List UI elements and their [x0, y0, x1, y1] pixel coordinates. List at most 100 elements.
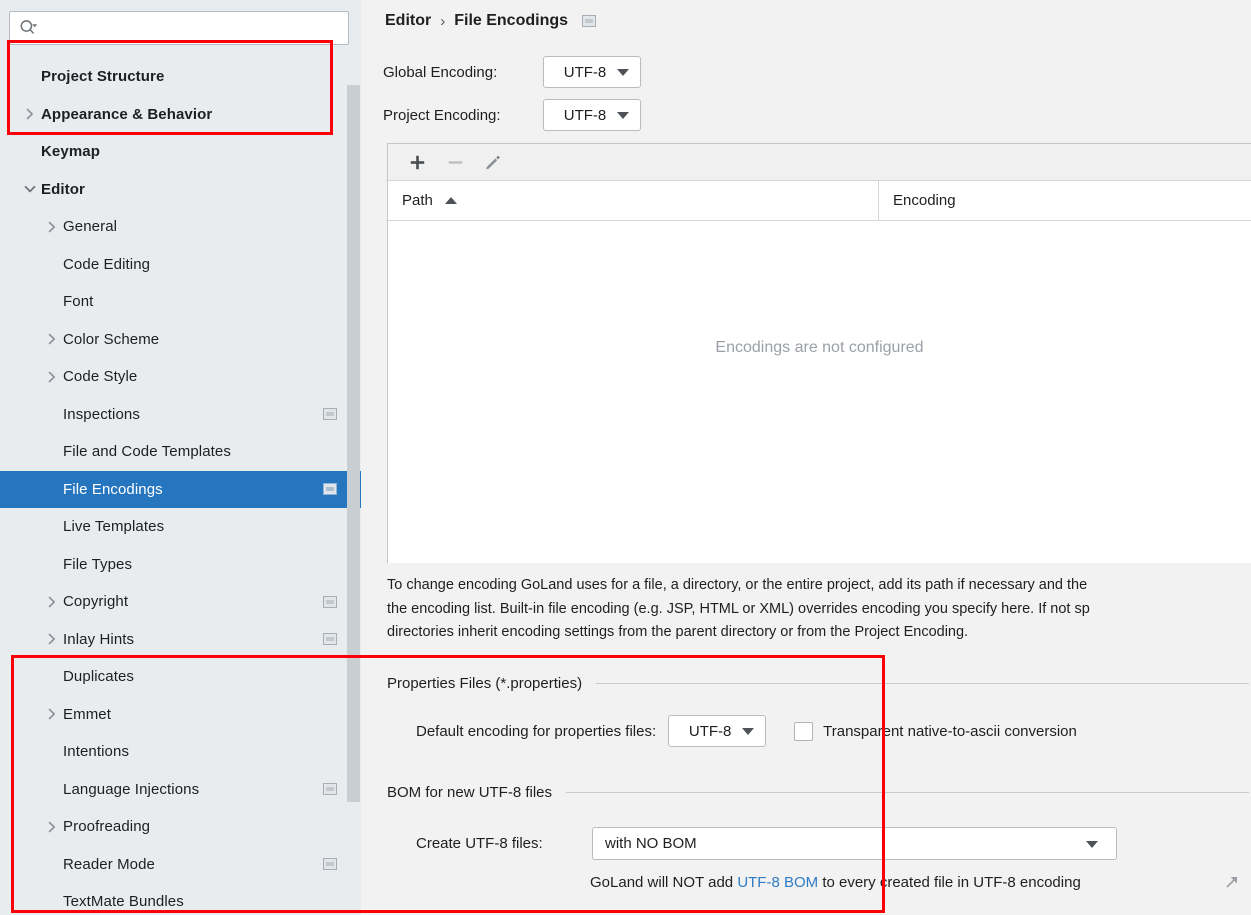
search-input[interactable]: [38, 12, 348, 44]
chevron-right-icon[interactable]: [44, 369, 60, 385]
project-encoding-value: UTF-8: [563, 106, 607, 124]
transparent-conversion-checkbox-wrap[interactable]: Transparent native-to-ascii conversion: [794, 721, 1077, 741]
sidebar-item-label: Code Editing: [63, 255, 151, 273]
create-utf8-files-label: Create UTF-8 files:: [416, 835, 543, 852]
sidebar-item-textmate-bundles[interactable]: TextMate Bundles: [0, 883, 361, 915]
sidebar-item-label: Reader Mode: [63, 855, 155, 873]
chevron-right-icon[interactable]: [22, 106, 38, 122]
sidebar-item-general[interactable]: General: [0, 208, 361, 246]
bom-group-header: BOM for new UTF-8 files: [387, 784, 1249, 801]
sidebar-item-live-templates[interactable]: Live Templates: [0, 508, 361, 546]
sidebar-item-code-editing[interactable]: Code Editing: [0, 246, 361, 284]
project-scope-icon[interactable]: [323, 858, 337, 871]
encodings-description: To change encoding GoLand uses for a fil…: [387, 574, 1251, 645]
chevron-right-icon[interactable]: [44, 819, 60, 835]
sidebar-item-keymap[interactable]: Keymap: [0, 133, 361, 171]
encodings-table-panel: Path Encoding Encodings are not configur…: [387, 143, 1251, 563]
breadcrumb: Editor › File Encodings: [385, 8, 597, 34]
project-encoding-combobox[interactable]: UTF-8: [543, 99, 641, 131]
column-header-encoding-label: Encoding: [893, 192, 956, 209]
bom-note-link[interactable]: UTF-8 BOM: [737, 874, 818, 891]
chevron-down-icon: [1086, 840, 1098, 848]
group-divider: [596, 683, 1249, 684]
sidebar-item-label: File Types: [63, 555, 133, 573]
table-body[interactable]: Encodings are not configured: [388, 221, 1251, 563]
breadcrumb-current: File Encodings: [454, 12, 569, 29]
sidebar-item-label: Keymap: [41, 143, 100, 161]
create-utf8-files-value: with NO BOM: [605, 835, 697, 852]
settings-dialog: Project Structure Appearance & Behavior Ke…: [0, 0, 1251, 915]
chevron-down-icon[interactable]: [22, 181, 38, 197]
sidebar-item-label: Language Injections: [63, 780, 200, 798]
project-scope-icon[interactable]: [323, 483, 337, 496]
global-encoding-label: Global Encoding:: [383, 63, 498, 81]
sidebar-item-label: Font: [63, 293, 94, 311]
sidebar-item-code-style[interactable]: Code Style: [0, 358, 361, 396]
sidebar-item-label: Copyright: [63, 593, 129, 611]
sidebar-item-label: General: [63, 218, 118, 236]
chevron-right-icon[interactable]: [44, 594, 60, 610]
project-scope-icon[interactable]: [323, 595, 337, 608]
sidebar-item-file-types[interactable]: File Types: [0, 546, 361, 584]
project-scope-icon[interactable]: [323, 408, 337, 421]
properties-files-group-header: Properties Files (*.properties): [387, 675, 1249, 692]
chevron-right-icon[interactable]: [44, 219, 60, 235]
breadcrumb-separator: ›: [440, 12, 446, 30]
sidebar-item-file-encodings[interactable]: File Encodings: [0, 470, 361, 508]
column-header-encoding[interactable]: Encoding: [879, 181, 1251, 220]
properties-files-group-title: Properties Files (*.properties): [387, 675, 583, 692]
default-properties-encoding-row: Default encoding for properties files: U…: [416, 715, 1077, 747]
settings-sidebar: Project Structure Appearance & Behavior Ke…: [0, 0, 361, 915]
external-link-arrow-icon[interactable]: [1224, 874, 1240, 890]
sidebar-item-duplicates[interactable]: Duplicates: [0, 658, 361, 696]
edit-pencil-icon[interactable]: [476, 147, 510, 177]
sidebar-item-editor[interactable]: Editor: [0, 171, 361, 209]
description-line-2: the encoding list. Built-in file encodin…: [387, 600, 1090, 617]
bom-note-prefix: GoLand will NOT add: [590, 874, 738, 891]
sidebar-item-intentions[interactable]: Intentions: [0, 733, 361, 771]
bom-note: GoLand will NOT add UTF-8 BOM to every c…: [590, 874, 1081, 891]
empty-state-text: Encodings are not configured: [715, 339, 924, 356]
create-utf8-files-combobox[interactable]: with NO BOM: [592, 827, 1117, 860]
group-divider: [566, 792, 1249, 793]
column-header-path[interactable]: Path: [388, 181, 879, 220]
global-encoding-combobox[interactable]: UTF-8: [543, 56, 641, 88]
sidebar-item-font[interactable]: Font: [0, 283, 361, 321]
chevron-right-icon[interactable]: [44, 706, 60, 722]
sort-ascending-icon: [444, 197, 457, 204]
chevron-right-icon[interactable]: [44, 331, 60, 347]
sidebar-item-file-and-code-templates[interactable]: File and Code Templates: [0, 433, 361, 471]
transparent-conversion-checkbox[interactable]: [794, 721, 814, 741]
sidebar-item-label: File Encodings: [63, 480, 163, 498]
sidebar-item-label: Editor: [41, 180, 85, 198]
description-line-3: directories inherit encoding settings fr…: [387, 624, 969, 640]
settings-tree[interactable]: Project Structure Appearance & Behavior Ke…: [0, 58, 361, 915]
create-utf8-files-row: Create UTF-8 files: with NO BOM: [416, 827, 1117, 860]
sidebar-item-label: Color Scheme: [63, 330, 160, 348]
sidebar-item-copyright[interactable]: Copyright: [0, 583, 361, 621]
sidebar-item-color-scheme[interactable]: Color Scheme: [0, 321, 361, 359]
sidebar-scrollbar[interactable]: [347, 85, 360, 802]
chevron-right-icon[interactable]: [44, 631, 60, 647]
sidebar-item-label: File and Code Templates: [63, 443, 231, 461]
breadcrumb-parent[interactable]: Editor: [385, 12, 431, 30]
default-properties-encoding-combobox[interactable]: UTF-8: [668, 715, 767, 747]
sidebar-item-emmet[interactable]: Emmet: [0, 696, 361, 734]
sidebar-item-label: Inspections: [63, 405, 140, 423]
project-scope-icon[interactable]: [323, 633, 337, 646]
search-box[interactable]: [9, 11, 349, 45]
sidebar-item-project-structure[interactable]: Project Structure: [0, 58, 361, 96]
sidebar-item-appearance-behavior[interactable]: Appearance & Behavior: [0, 96, 361, 134]
sidebar-item-label: Intentions: [63, 743, 130, 761]
sidebar-item-reader-mode[interactable]: Reader Mode: [0, 846, 361, 884]
sidebar-item-language-injections[interactable]: Language Injections: [0, 771, 361, 809]
description-line-1: To change encoding GoLand uses for a fil…: [387, 577, 1088, 593]
column-header-path-label: Path: [402, 192, 433, 209]
add-button[interactable]: [400, 147, 434, 177]
sidebar-item-proofreading[interactable]: Proofreading: [0, 808, 361, 846]
sidebar-item-label: Duplicates: [63, 668, 135, 686]
project-scope-icon[interactable]: [323, 783, 337, 796]
project-scope-icon[interactable]: [582, 15, 597, 27]
sidebar-item-inspections[interactable]: Inspections: [0, 396, 361, 434]
sidebar-item-inlay-hints[interactable]: Inlay Hints: [0, 621, 361, 659]
